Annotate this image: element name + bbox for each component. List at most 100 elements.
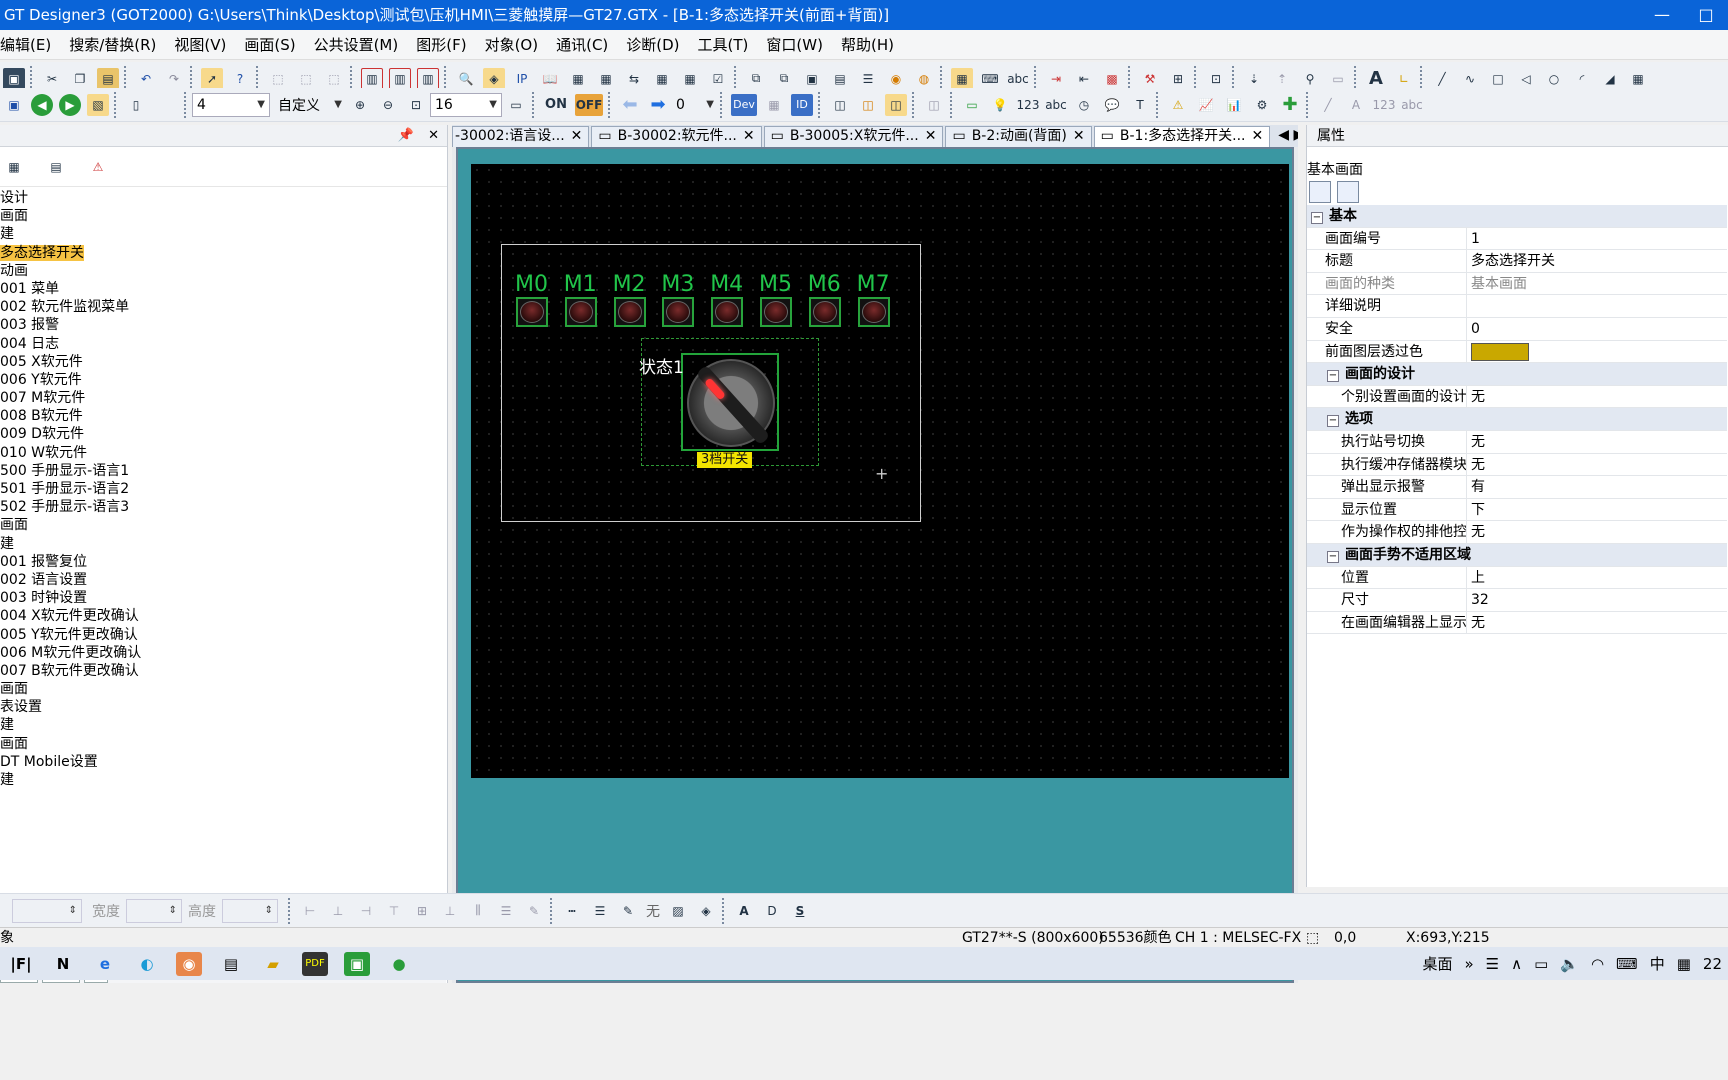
property-value[interactable]: 上 <box>1467 567 1727 589</box>
tree-item[interactable]: 004 X软元件更改确认 <box>0 607 446 625</box>
property-icon[interactable]: ▤ <box>45 156 67 178</box>
menu-tools[interactable]: 工具(T) <box>690 34 759 55</box>
abc-icon[interactable]: abc <box>1007 68 1029 90</box>
menu-window[interactable]: 窗口(W) <box>758 34 833 55</box>
lamp-indicator[interactable] <box>662 297 695 327</box>
property-group[interactable]: − 画面手势不适用区域 <box>1307 543 1727 567</box>
property-row[interactable]: 画面编号 1 <box>1307 227 1727 251</box>
redo-icon[interactable]: ↷ <box>163 68 185 90</box>
chevron-icon[interactable]: » <box>1464 955 1473 973</box>
tree-item[interactable]: 建 <box>0 225 446 243</box>
sort-category-icon[interactable] <box>1309 181 1331 203</box>
tab-doc-4[interactable]: ▭ B-2:动画(背面) ✕ <box>945 126 1092 147</box>
rect-tool-icon[interactable]: □ <box>1487 68 1509 90</box>
layer-front-icon[interactable]: ◫ <box>829 94 851 116</box>
menu-edit[interactable]: 编辑(E) <box>0 34 61 55</box>
network-icon[interactable]: ◠ <box>1591 955 1604 973</box>
align-right-icon[interactable]: ⊣ <box>355 900 377 922</box>
property-value[interactable]: 有 <box>1467 476 1727 498</box>
selector-switch[interactable] <box>681 353 779 451</box>
text-tool-icon[interactable]: A <box>1365 68 1387 90</box>
numeric-object-icon[interactable]: 123 <box>1017 94 1040 116</box>
keyboard-icon[interactable]: ⌨ <box>979 68 1001 90</box>
align-left-icon[interactable]: ⊢ <box>299 900 321 922</box>
tab-doc-3[interactable]: ▭ B-30005:X软元件... ✕ <box>763 126 944 147</box>
property-group[interactable]: − 画面的设计 <box>1307 363 1727 386</box>
tool-icon[interactable]: ⚒ <box>1139 68 1161 90</box>
tree-item[interactable]: 010 W软元件 <box>0 444 446 462</box>
property-row[interactable]: 作为操作权的排他控无 <box>1307 521 1727 544</box>
arc-tool-icon[interactable]: ◜ <box>1571 68 1593 90</box>
polygon-tool-icon[interactable]: ◁ <box>1515 68 1537 90</box>
screen-canvas[interactable]: M0 M1 M2 M3 M4 M5 M6 M7 状态1 3档开关 + <box>471 164 1289 778</box>
read-got-icon[interactable]: ⇡ <box>1271 68 1293 90</box>
fit-icon[interactable]: ⊡ <box>405 94 427 116</box>
property-row[interactable]: 前面图层透过色 <box>1307 340 1727 364</box>
menu-search[interactable]: 搜索/替换(R) <box>61 34 166 55</box>
sort-alpha-icon[interactable] <box>1337 181 1359 203</box>
line-tool-icon[interactable]: ╱ <box>1431 68 1453 90</box>
tree-item[interactable]: 建 <box>0 716 446 734</box>
align-middle-icon[interactable]: ⊞ <box>411 900 433 922</box>
ip-icon[interactable]: IP <box>511 68 533 90</box>
app-icon-1[interactable]: |F| <box>8 952 34 976</box>
property-value[interactable]: 无 <box>1467 386 1727 408</box>
monitor-icon[interactable]: ⊡ <box>1205 68 1227 90</box>
property-value[interactable]: 基本画面 <box>1467 273 1727 295</box>
tab-nav[interactable]: ◀ ▶ ▼ ✕ <box>1272 126 1298 147</box>
cut-icon[interactable]: ✂ <box>41 68 63 90</box>
alarm-object-icon[interactable]: ⚠ <box>1167 94 1189 116</box>
property-row[interactable]: 尺寸 32 <box>1307 589 1727 612</box>
property-row[interactable]: 显示位置 下 <box>1307 498 1727 522</box>
lamp-indicator[interactable] <box>613 297 646 327</box>
clock-object-icon[interactable]: ◷ <box>1073 94 1095 116</box>
undo-icon[interactable]: ↶ <box>135 68 157 90</box>
tab-doc-2[interactable]: ▭ B-30002:软元件... ✕ <box>591 126 762 147</box>
text-shadow-icon[interactable]: S <box>789 900 811 922</box>
copy-icon[interactable]: ❐ <box>69 68 91 90</box>
property-row[interactable]: 执行缓冲存储器模块无 <box>1307 453 1727 477</box>
explorer-icon[interactable]: ▰ <box>260 952 286 976</box>
battery-icon[interactable]: ▭ <box>1534 955 1548 973</box>
desktop-label[interactable]: 桌面 <box>1422 953 1452 974</box>
pin-icon[interactable]: 📌 <box>398 128 414 143</box>
dev-button[interactable]: Dev <box>731 93 757 116</box>
width-field[interactable]: ⇕ <box>126 898 182 923</box>
lamp-indicator[interactable] <box>857 297 890 327</box>
collapse-icon[interactable]: − <box>1327 370 1339 383</box>
app-icon-2[interactable]: ▤ <box>218 952 244 976</box>
line-color-icon[interactable]: ✎ <box>617 900 639 922</box>
tree-item[interactable]: 006 Y软元件 <box>0 371 446 389</box>
tree-item[interactable]: 009 D软元件 <box>0 425 446 443</box>
zoom-in-icon[interactable]: ⊕ <box>349 94 371 116</box>
distribute-v-icon[interactable]: ☰ <box>495 900 517 922</box>
zoom-out-icon[interactable]: ⊖ <box>377 94 399 116</box>
close-icon[interactable]: ✕ <box>743 127 755 147</box>
fill-pattern-icon[interactable]: ▨ <box>667 900 689 922</box>
property-value[interactable]: 无 <box>1467 612 1727 634</box>
ie-icon[interactable]: e <box>92 952 118 976</box>
sector-tool-icon[interactable]: ◢ <box>1599 68 1621 90</box>
x-field[interactable]: ⇕ <box>12 898 82 923</box>
tree-item[interactable]: 画面 <box>0 735 446 753</box>
verify-icon[interactable]: ⚲ <box>1299 68 1321 90</box>
property-row[interactable]: 画面的种类 基本画面 <box>1307 272 1727 296</box>
comment-tool-icon[interactable]: ∟ <box>1393 68 1415 90</box>
property-value[interactable]: 多态选择开关 <box>1467 250 1727 272</box>
tree-item[interactable]: 005 X软元件 <box>0 353 446 371</box>
tree-item[interactable]: 002 语言设置 <box>0 571 446 589</box>
height-field[interactable]: ⇕ <box>222 898 278 923</box>
chrome-icon[interactable]: ◉ <box>176 951 202 976</box>
property-value[interactable]: 0 <box>1467 318 1727 340</box>
tree-item[interactable]: 007 B软元件更改确认 <box>0 662 446 680</box>
property-row[interactable]: 在画面编辑器上显示无 <box>1307 611 1727 635</box>
value-select[interactable]: 0 ▼ <box>672 92 718 117</box>
property-value[interactable] <box>1467 295 1727 317</box>
fill-color-icon[interactable]: ◈ <box>695 900 717 922</box>
tree-item[interactable]: 建 <box>0 535 446 553</box>
tree-item[interactable]: 500 手册显示-语言1 <box>0 462 446 480</box>
color-swatch[interactable] <box>1471 342 1529 361</box>
screen-prev-icon[interactable]: ▣ <box>3 94 25 116</box>
onenote-icon[interactable]: N <box>50 952 76 976</box>
property-group[interactable]: − 基本 <box>1307 205 1727 228</box>
